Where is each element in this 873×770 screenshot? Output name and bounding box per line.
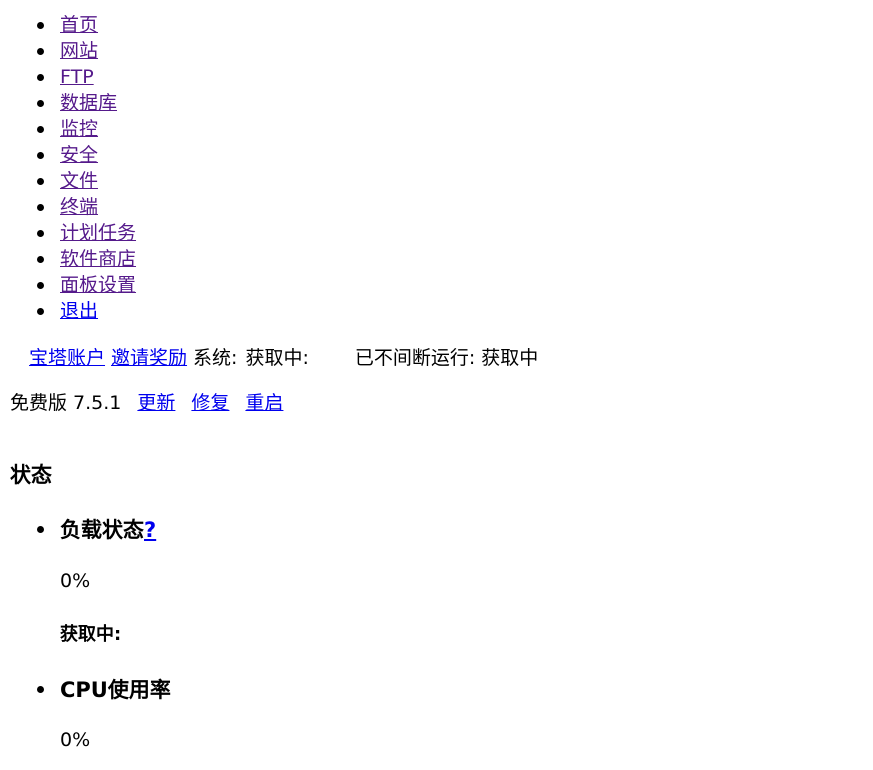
bullet-icon	[37, 308, 44, 315]
nav-link-crontab[interactable]: 计划任务	[60, 222, 136, 244]
bullet-icon	[37, 526, 44, 533]
main-nav: 首页 网站 FTP 数据库 监控 安全 文件 终端 计划任务 软件商店 面板设置…	[0, 12, 136, 324]
repair-link[interactable]: 修复	[191, 392, 229, 414]
nav-link-database[interactable]: 数据库	[60, 92, 117, 114]
nav-link-site[interactable]: 网站	[60, 40, 98, 62]
nav-link-monitor[interactable]: 监控	[60, 118, 98, 140]
bullet-icon	[37, 686, 44, 693]
account-bar: 宝塔账户 邀请奖励 系统: 获取中: 已不间断运行: 获取中	[29, 345, 538, 371]
bullet-icon	[37, 74, 44, 81]
nav-link-files[interactable]: 文件	[60, 170, 98, 192]
nav-link-store[interactable]: 软件商店	[60, 248, 136, 270]
version-bar: 免费版 7.5.1 更新 修复 重启	[10, 390, 283, 416]
status-heading: 状态	[10, 463, 52, 487]
bullet-icon	[37, 256, 44, 263]
uptime-label: 已不间断运行:	[354, 347, 476, 369]
bullet-icon	[37, 48, 44, 55]
load-value: 0%	[60, 570, 91, 592]
nav-item-crontab: 计划任务	[0, 220, 136, 246]
bullet-icon	[37, 100, 44, 107]
bullet-icon	[37, 22, 44, 29]
update-link[interactable]: 更新	[137, 392, 175, 414]
nav-item-home: 首页	[0, 12, 136, 38]
nav-link-home[interactable]: 首页	[60, 14, 98, 36]
nav-item-database: 数据库	[0, 90, 136, 116]
status-list: 负载状态? 0% 获取中: CPU使用率 0%	[0, 515, 873, 755]
nav-item-files: 文件	[0, 168, 136, 194]
load-status-item: 负载状态? 0% 获取中:	[0, 515, 873, 650]
system-value: 获取中:	[245, 347, 309, 369]
load-status-title: 负载状态?	[60, 515, 873, 545]
load-status-label: 负载状态	[60, 518, 144, 542]
nav-item-settings: 面板设置	[0, 272, 136, 298]
nav-link-ftp[interactable]: FTP	[60, 66, 94, 88]
bullet-icon	[37, 230, 44, 237]
nav-link-terminal[interactable]: 终端	[60, 196, 98, 218]
restart-link[interactable]: 重启	[245, 392, 283, 414]
version-text: 免费版 7.5.1	[10, 392, 122, 414]
bullet-icon	[37, 282, 44, 289]
bullet-icon	[37, 178, 44, 185]
cpu-status-title: CPU使用率	[60, 678, 171, 702]
nav-item-site: 网站	[0, 38, 136, 64]
nav-item-security: 安全	[0, 142, 136, 168]
nav-item-terminal: 终端	[0, 194, 136, 220]
invite-link[interactable]: 邀请奖励	[111, 347, 187, 369]
nav-link-logout[interactable]: 退出	[60, 300, 98, 322]
system-label: 系统:	[193, 347, 238, 369]
nav-item-ftp: FTP	[0, 64, 136, 90]
nav-link-security[interactable]: 安全	[60, 144, 98, 166]
cpu-value: 0%	[60, 729, 91, 751]
uptime-value: 获取中	[481, 347, 539, 369]
bullet-icon	[37, 126, 44, 133]
nav-item-logout: 退出	[0, 298, 136, 324]
cpu-status-item: CPU使用率 0%	[0, 675, 873, 755]
nav-link-settings[interactable]: 面板设置	[60, 274, 136, 296]
nav-item-store: 软件商店	[0, 246, 136, 272]
load-detail: 获取中:	[60, 624, 122, 645]
bullet-icon	[37, 152, 44, 159]
bullet-icon	[37, 204, 44, 211]
account-link[interactable]: 宝塔账户	[29, 347, 105, 369]
nav-item-monitor: 监控	[0, 116, 136, 142]
load-help-link[interactable]: ?	[144, 518, 156, 542]
